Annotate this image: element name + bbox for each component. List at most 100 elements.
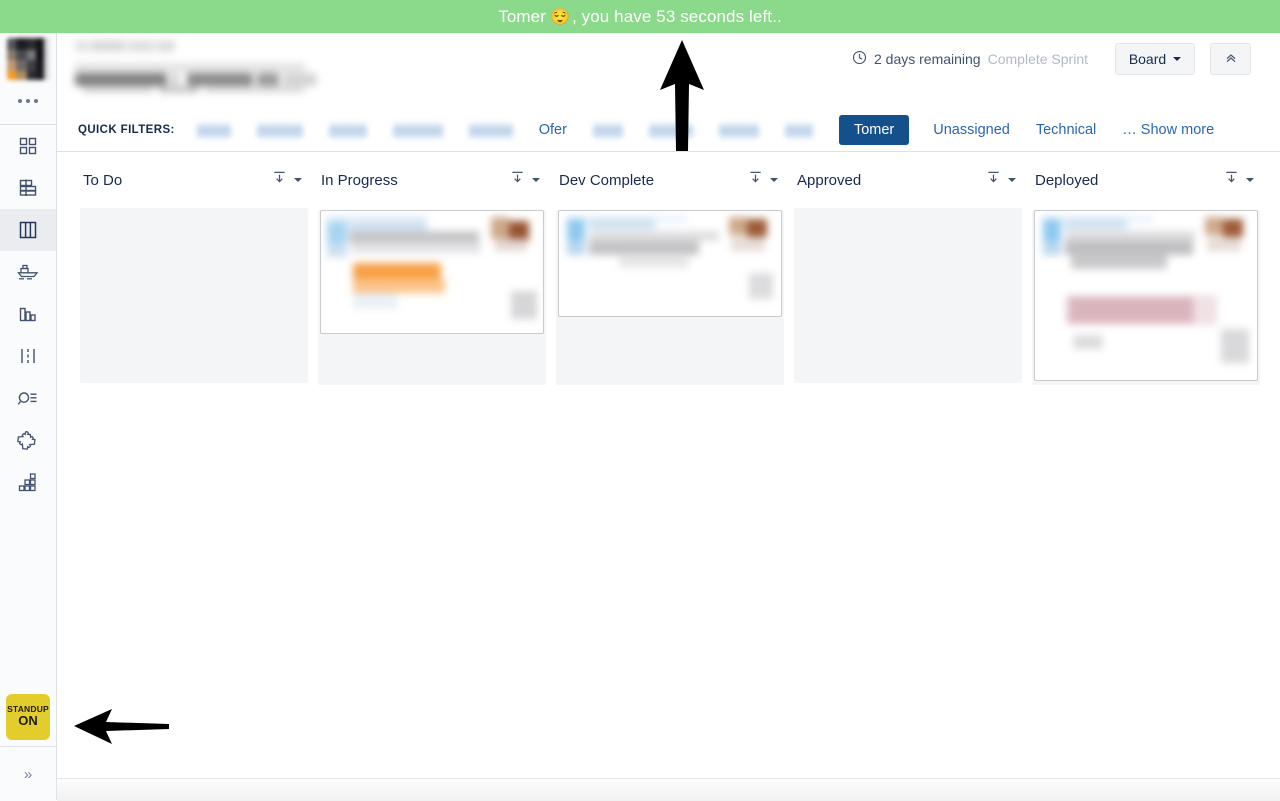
column-title: In Progress [321, 171, 398, 189]
quick-filter-tomer[interactable]: Tomer [838, 115, 910, 145]
quick-filter-unassigned[interactable]: Unassigned [933, 122, 1010, 138]
column-collapse-icon[interactable] [748, 170, 763, 190]
grid-icon [18, 136, 38, 156]
chevron-down-icon[interactable] [1008, 178, 1016, 182]
quick-filters-show-more[interactable]: … Show more [1122, 122, 1214, 138]
column-actions[interactable] [986, 170, 1032, 190]
sidebar-item-backlog[interactable] [0, 167, 56, 209]
banner-user-name: Tomer [498, 6, 546, 26]
column-body[interactable] [556, 210, 784, 385]
quick-filter-ofer[interactable]: Ofer [539, 122, 567, 138]
quick-filter-redacted-4[interactable] [392, 122, 443, 138]
sidebar-expand-button[interactable]: » [0, 746, 56, 801]
column-collapse-icon[interactable] [510, 170, 525, 190]
column-header: Deployed [1032, 152, 1270, 208]
dot [26, 99, 30, 103]
column-body[interactable] [1032, 210, 1260, 385]
board-column-dev-complete: Dev Complete [556, 152, 794, 385]
issues-search-icon [16, 388, 40, 408]
add-ons-puzzle-icon [16, 429, 40, 451]
board-view-dropdown[interactable]: Board [1115, 43, 1195, 75]
project-pages-icon [16, 471, 40, 493]
chevron-down-icon[interactable] [294, 178, 302, 182]
board-card[interactable] [320, 210, 544, 334]
column-title: To Do [83, 171, 123, 189]
countdown-banner: Tomer 😌 , you have 53 seconds left.. [0, 0, 1280, 33]
board-column-to-do: To Do [80, 152, 318, 383]
page-title [75, 59, 335, 93]
board-icon [17, 220, 39, 240]
column-header: Approved [794, 152, 1032, 208]
sidebar-item-releases[interactable] [0, 251, 56, 293]
column-header: In Progress [318, 152, 556, 208]
quick-filter-redacted-2[interactable] [256, 122, 303, 138]
quick-filter-redacted-6[interactable] [592, 122, 623, 138]
double-chevron-right-icon: » [23, 765, 33, 783]
board-card[interactable] [558, 210, 782, 317]
annotation-arrow-left [72, 706, 170, 751]
releases-ship-icon [16, 262, 40, 282]
column-title: Deployed [1035, 171, 1099, 189]
sidebar-item-reports[interactable] [0, 293, 56, 335]
column-header: Dev Complete [556, 152, 794, 208]
sidebar-item-board[interactable] [0, 209, 56, 251]
reports-bar-chart-icon [17, 304, 39, 324]
complete-sprint-button[interactable]: Complete Sprint [988, 51, 1088, 67]
column-actions[interactable] [1224, 170, 1270, 190]
clock-icon [852, 50, 867, 68]
chevron-down-icon [1173, 57, 1182, 61]
breadcrumb[interactable] [75, 39, 215, 53]
collapse-header-button[interactable] [1210, 43, 1251, 75]
column-actions[interactable] [748, 170, 794, 190]
card-redacted-content [559, 211, 781, 316]
annotation-arrow-up [652, 38, 712, 158]
sidebar-item-project-pages[interactable] [0, 461, 56, 503]
quick-filter-redacted-8[interactable] [718, 122, 759, 138]
column-body[interactable] [794, 208, 1022, 383]
board-columns: To Do In Progress Dev Complete Approved … [57, 152, 1280, 800]
sidebar-item-grid[interactable] [0, 125, 56, 167]
banner-message: , you have 53 seconds left.. [572, 6, 782, 26]
standup-badge-line2: ON [18, 713, 38, 729]
quick-filter-redacted-1[interactable] [196, 122, 231, 138]
card-redacted-content [1035, 211, 1257, 380]
column-collapse-icon[interactable] [1224, 170, 1239, 190]
column-title: Approved [797, 171, 862, 189]
column-actions[interactable] [272, 170, 318, 190]
sidebar-item-lanes[interactable] [0, 335, 56, 377]
quick-filter-redacted-9[interactable] [784, 122, 813, 138]
board-column-deployed: Deployed [1032, 152, 1270, 385]
card-redacted-content [321, 211, 543, 333]
chevron-down-icon[interactable] [770, 178, 778, 182]
sidebar-item-add-ons[interactable] [0, 419, 56, 461]
quick-filter-redacted-3[interactable] [328, 122, 367, 138]
relieved-face-emoji: 😌 [549, 8, 570, 26]
board-column-approved: Approved [794, 152, 1032, 383]
column-collapse-icon[interactable] [986, 170, 1001, 190]
board-card[interactable] [1034, 210, 1258, 381]
column-title: Dev Complete [559, 171, 655, 189]
quick-filter-technical[interactable]: Technical [1036, 122, 1096, 138]
lanes-icon [17, 346, 39, 366]
column-body[interactable] [80, 208, 308, 383]
column-body[interactable] [318, 210, 546, 385]
column-collapse-icon[interactable] [272, 170, 287, 190]
column-header: To Do [80, 152, 318, 208]
quick-filters-label: QUICK FILTERS: [78, 124, 175, 136]
standup-badge[interactable]: STANDUP ON [6, 694, 50, 740]
quick-filter-redacted-5[interactable] [468, 122, 513, 138]
double-chevron-up-icon [1224, 51, 1238, 68]
project-more-menu[interactable] [0, 84, 56, 118]
days-remaining-label: 2 days remaining [873, 51, 981, 67]
sidebar-item-issues[interactable] [0, 377, 56, 419]
column-actions[interactable] [510, 170, 556, 190]
dot [34, 99, 38, 103]
backlog-icon [17, 178, 39, 198]
chevron-down-icon[interactable] [532, 178, 540, 182]
dot [18, 99, 22, 103]
board-column-in-progress: In Progress [318, 152, 556, 385]
quick-filters-bar: QUICK FILTERS: Ofer Tomer Unassigned Tec… [78, 115, 1214, 145]
chevron-down-icon[interactable] [1246, 178, 1254, 182]
board-view-label: Board [1128, 51, 1167, 67]
project-avatar[interactable] [7, 38, 49, 80]
